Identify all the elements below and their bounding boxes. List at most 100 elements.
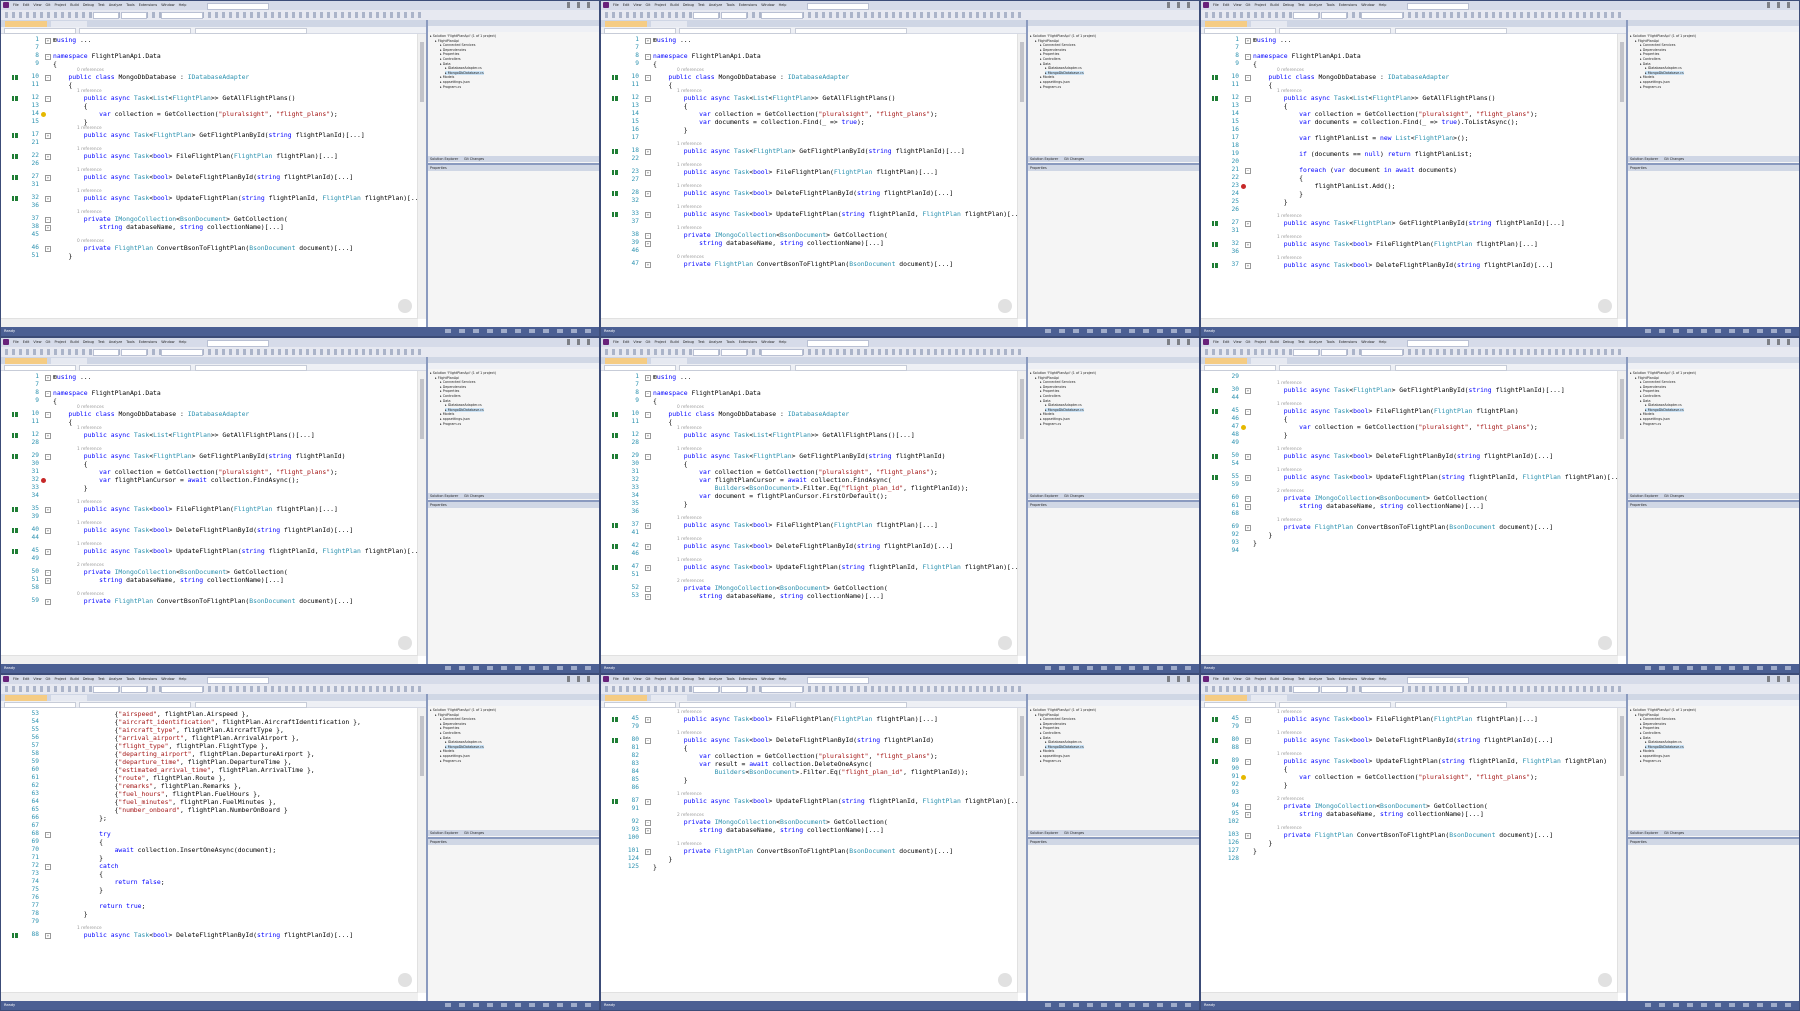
menu-item[interactable]: Analyze	[109, 340, 122, 344]
copilot-icon[interactable]	[398, 973, 412, 987]
expand-icon[interactable]: +	[645, 716, 651, 723]
implementation-glyph-icon[interactable]	[612, 453, 618, 459]
horizontal-scrollbar[interactable]	[1201, 992, 1618, 1001]
collapse-icon[interactable]: −	[1245, 495, 1251, 502]
menu-item[interactable]: Build	[70, 3, 79, 7]
window-controls-icon[interactable]	[567, 676, 597, 682]
code-area[interactable]: 1 + ⊞using ... 7 8− namespace FlightPlanApi.D…	[1, 371, 418, 656]
expand-icon[interactable]: +	[645, 190, 651, 197]
collapse-icon[interactable]: −	[645, 95, 651, 102]
collapse-icon[interactable]: −	[645, 74, 651, 81]
implementation-glyph-icon[interactable]	[612, 95, 618, 101]
expand-icon[interactable]: +	[45, 153, 51, 160]
error-icon[interactable]	[1241, 183, 1246, 189]
expand-icon[interactable]: +	[1245, 37, 1251, 44]
expand-icon[interactable]: +	[45, 374, 51, 381]
tree-item[interactable]: ▸ Models	[1040, 412, 1054, 416]
tree-item[interactable]: ▸ appsettings.json	[1040, 417, 1070, 421]
implementation-glyph-icon[interactable]	[12, 153, 18, 159]
copilot-icon[interactable]	[998, 973, 1012, 987]
menu-item[interactable]: Build	[1270, 3, 1279, 7]
solution-explorer-toolbar[interactable]	[1028, 700, 1199, 706]
collapse-icon[interactable]: −	[45, 863, 51, 870]
menu-item[interactable]: Help	[1379, 340, 1387, 344]
collapse-icon[interactable]: −	[45, 831, 51, 838]
tree-item[interactable]: ▸ Program.cs	[1640, 422, 1661, 426]
horizontal-scrollbar[interactable]	[1, 992, 418, 1001]
menu-item[interactable]: Debug	[683, 340, 694, 344]
menu-item[interactable]: Test	[698, 3, 705, 7]
menu-item[interactable]: Debug	[83, 3, 94, 7]
implementation-glyph-icon[interactable]	[12, 411, 18, 417]
implementation-glyph-icon[interactable]	[12, 74, 18, 80]
vertical-scrollbar[interactable]	[417, 708, 426, 993]
implementation-glyph-icon[interactable]	[612, 716, 618, 722]
search-box[interactable]	[1407, 2, 1469, 10]
menu-item[interactable]: Test	[698, 677, 705, 681]
menu-item[interactable]: File	[1213, 340, 1219, 344]
menu-item[interactable]: Analyze	[709, 340, 722, 344]
expand-icon[interactable]: +	[645, 593, 651, 600]
menu-item[interactable]: Git	[646, 340, 651, 344]
implementation-glyph-icon[interactable]	[1212, 95, 1218, 101]
tree-item[interactable]: ▸ MongoDbDatabase.cs	[1645, 744, 1684, 749]
menu-item[interactable]: Extensions	[739, 3, 757, 7]
tree-item[interactable]: ▸ IDatabaseAdapter.cs	[1645, 403, 1682, 407]
expand-icon[interactable]: +	[45, 577, 51, 584]
expand-icon[interactable]: +	[645, 543, 651, 550]
expand-icon[interactable]: +	[645, 261, 651, 268]
tree-item[interactable]: ▸ Program.cs	[1040, 422, 1061, 426]
tree-item[interactable]: ▸ appsettings.json	[440, 417, 470, 421]
implementation-glyph-icon[interactable]	[1212, 387, 1218, 393]
solution-explorer-toolbar[interactable]	[1628, 26, 1799, 32]
expand-icon[interactable]: +	[645, 522, 651, 529]
tree-item[interactable]: ▸ Properties	[1640, 726, 1659, 730]
tree-item[interactable]: ▸ Controllers	[440, 57, 461, 61]
run-target-combo[interactable]	[761, 686, 803, 693]
tree-item[interactable]: ▸ Dependencies	[1640, 722, 1666, 726]
menu-item[interactable]: Window	[1361, 3, 1374, 7]
run-target-combo[interactable]	[761, 12, 803, 19]
tree-item[interactable]: ▸ FlightPlanApi	[1035, 713, 1059, 717]
menu-item[interactable]: Build	[1270, 677, 1279, 681]
tree-item[interactable]: ▸ Solution 'FlightPlanApi' (1 of 1 proje…	[1030, 371, 1096, 375]
menu-item[interactable]: Test	[1298, 3, 1305, 7]
collapse-icon[interactable]: −	[45, 411, 51, 418]
implementation-glyph-icon[interactable]	[612, 411, 618, 417]
status-indicators[interactable]	[1045, 666, 1195, 670]
implementation-glyph-icon[interactable]	[612, 432, 618, 438]
collapse-icon[interactable]: −	[45, 95, 51, 102]
tree-item[interactable]: ▸ IDatabaseAdapter.cs	[1645, 740, 1682, 744]
implementation-glyph-icon[interactable]	[1212, 737, 1218, 743]
tree-item[interactable]: ▸ Properties	[440, 52, 459, 56]
run-target-combo[interactable]	[761, 349, 803, 356]
tree-item[interactable]: ▸ Program.cs	[1640, 85, 1661, 89]
tree-item[interactable]: ▸ MongoDbDatabase.cs	[1045, 407, 1084, 412]
menu-item[interactable]: Project	[655, 3, 667, 7]
horizontal-scrollbar[interactable]	[1201, 318, 1618, 327]
menu-item[interactable]: Window	[161, 3, 174, 7]
tree-item[interactable]: ▸ Solution 'FlightPlanApi' (1 of 1 proje…	[1630, 708, 1696, 712]
menu-item[interactable]: Git	[46, 340, 51, 344]
tree-item[interactable]: ▸ Program.cs	[440, 422, 461, 426]
search-box[interactable]	[807, 676, 869, 684]
menu-item[interactable]: File	[613, 3, 619, 7]
menu-item[interactable]: Edit	[1223, 340, 1230, 344]
menu-item[interactable]: File	[13, 3, 19, 7]
menu-item[interactable]: Tools	[126, 677, 134, 681]
menu-item[interactable]: Debug	[1283, 340, 1294, 344]
tree-item[interactable]: ▸ appsettings.json	[440, 80, 470, 84]
platform-combo[interactable]	[721, 686, 747, 693]
menu-item[interactable]: Test	[1298, 677, 1305, 681]
tab-solution-explorer[interactable]: Solution Explorer	[1030, 831, 1058, 835]
tree-item[interactable]: ▸ MongoDbDatabase.cs	[445, 70, 484, 75]
copilot-icon[interactable]	[398, 636, 412, 650]
tree-item[interactable]: ▸ Program.cs	[1040, 85, 1061, 89]
tree-item[interactable]: ▸ IDatabaseAdapter.cs	[1045, 66, 1082, 70]
code-area[interactable]: 1 + ⊞using ... 7 8− namespace FlightPlanApi.D…	[1201, 34, 1618, 319]
tree-item[interactable]: ▸ Data	[440, 62, 451, 66]
menu-item[interactable]: Window	[1361, 677, 1374, 681]
menu-item[interactable]: Debug	[1283, 677, 1294, 681]
window-controls-icon[interactable]	[1167, 676, 1197, 682]
menu-item[interactable]: Git	[1246, 677, 1251, 681]
